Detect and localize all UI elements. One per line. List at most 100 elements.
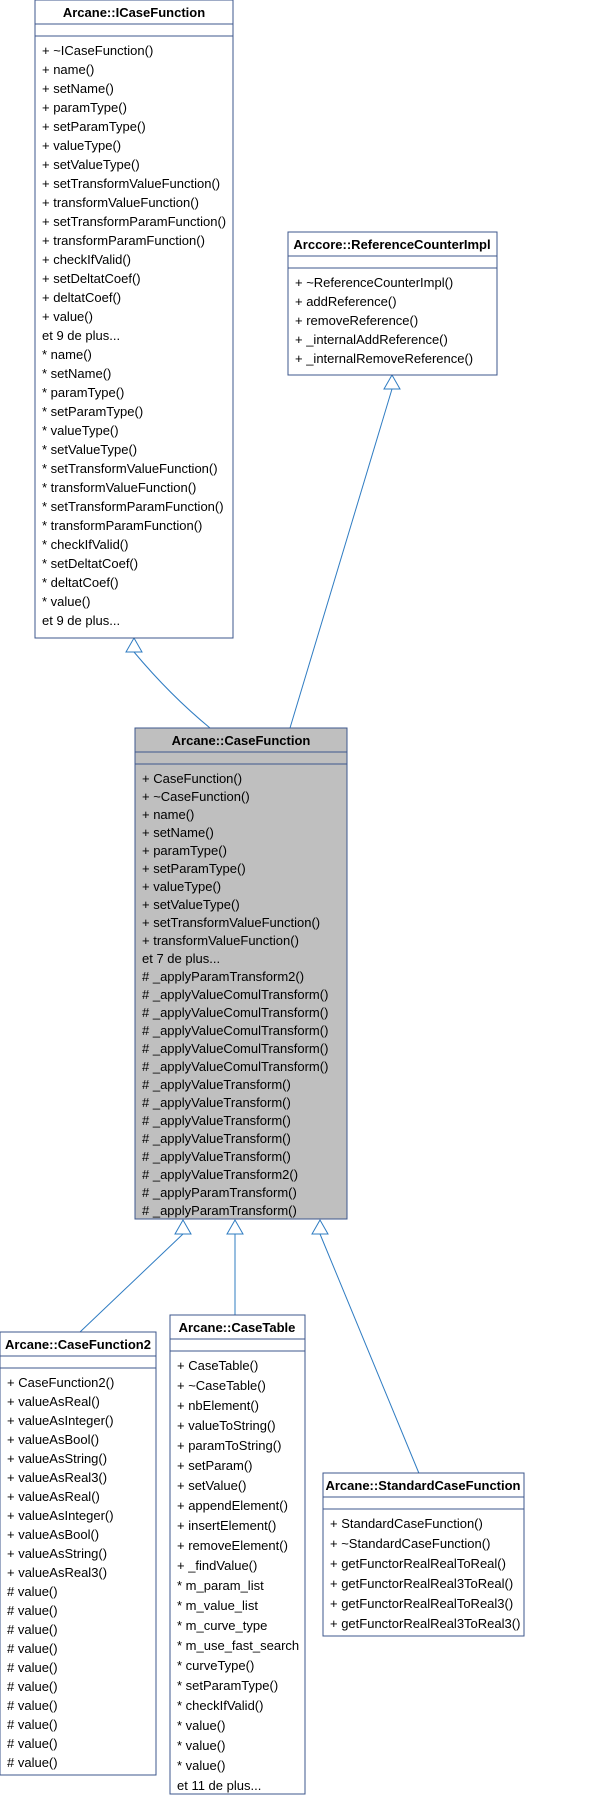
svg-text:+ valueAsInteger(): + valueAsInteger()	[7, 1508, 114, 1523]
svg-text:# _applyValueComulTransform(): # _applyValueComulTransform()	[142, 1005, 328, 1020]
class-case-function2[interactable]: Arcane::CaseFunction2 + CaseFunction2() …	[0, 1332, 156, 1775]
svg-text:+ transformParamFunction(): + transformParamFunction()	[42, 233, 205, 248]
svg-text:# value(): # value()	[7, 1622, 58, 1637]
svg-text:+ _internalRemoveReference(): + _internalRemoveReference()	[295, 351, 473, 366]
svg-text:# _applyValueComulTransform(): # _applyValueComulTransform()	[142, 1041, 328, 1056]
svg-text:* value(): * value()	[177, 1738, 225, 1753]
svg-text:+ getFunctorRealRealToReal3(): + getFunctorRealRealToReal3()	[330, 1596, 513, 1611]
svg-text:+ _findValue(): + _findValue()	[177, 1558, 257, 1573]
svg-text:+ addReference(): + addReference()	[295, 294, 397, 309]
svg-text:# _applyValueComulTransform(): # _applyValueComulTransform()	[142, 1023, 328, 1038]
svg-text:+ ~StandardCaseFunction(): + ~StandardCaseFunction()	[330, 1536, 490, 1551]
svg-text:+ ~CaseTable(): + ~CaseTable()	[177, 1378, 266, 1393]
inheritance-line	[80, 1234, 183, 1332]
svg-text:+ setName(): + setName()	[142, 825, 214, 840]
class-standard-case-function[interactable]: Arcane::StandardCaseFunction + StandardC…	[323, 1473, 524, 1636]
svg-text:+ ~CaseFunction(): + ~CaseFunction()	[142, 789, 250, 804]
svg-text:* transformParamFunction(): * transformParamFunction()	[42, 518, 202, 533]
class-title: Arcane::CaseFunction2	[5, 1337, 151, 1352]
svg-text:+ removeElement(): + removeElement()	[177, 1538, 288, 1553]
svg-text:et 11 de plus...: et 11 de plus...	[177, 1778, 261, 1793]
svg-text:+ valueAsReal3(): + valueAsReal3()	[7, 1470, 107, 1485]
svg-text:# _applyParamTransform(): # _applyParamTransform()	[142, 1185, 297, 1200]
svg-text:et 7 de plus...: et 7 de plus...	[142, 951, 220, 966]
svg-text:+ transformValueFunction(): + transformValueFunction()	[42, 195, 199, 210]
class-title: Arccore::ReferenceCounterImpl	[293, 237, 490, 252]
uml-diagram: Arcane::ICaseFunction + ~ICaseFunction()…	[0, 0, 601, 1803]
class-reference-counter-impl[interactable]: Arccore::ReferenceCounterImpl + ~Referen…	[288, 232, 497, 375]
svg-text:* setParamType(): * setParamType()	[177, 1678, 278, 1693]
svg-text:# _applyValueComulTransform(): # _applyValueComulTransform()	[142, 1059, 328, 1074]
svg-text:* deltatCoef(): * deltatCoef()	[42, 575, 119, 590]
svg-text:* setTransformParamFunction(): * setTransformParamFunction()	[42, 499, 224, 514]
svg-text:+ name(): + name()	[142, 807, 194, 822]
svg-text:+ deltatCoef(): + deltatCoef()	[42, 290, 121, 305]
svg-text:* setDeltatCoef(): * setDeltatCoef()	[42, 556, 138, 571]
class-icase-function[interactable]: Arcane::ICaseFunction + ~ICaseFunction()…	[35, 0, 233, 638]
svg-text:+ valueAsBool(): + valueAsBool()	[7, 1432, 99, 1447]
svg-text:+ valueAsString(): + valueAsString()	[7, 1546, 107, 1561]
class-case-function[interactable]: Arcane::CaseFunction + CaseFunction() + …	[135, 728, 347, 1219]
svg-text:* checkIfValid(): * checkIfValid()	[177, 1698, 263, 1713]
svg-text:+ checkIfValid(): + checkIfValid()	[42, 252, 131, 267]
svg-text:# _applyValueTransform(): # _applyValueTransform()	[142, 1149, 291, 1164]
svg-text:+ valueAsReal3(): + valueAsReal3()	[7, 1565, 107, 1580]
svg-text:+ paramType(): + paramType()	[42, 100, 127, 115]
inheritance-arrowhead	[384, 375, 400, 389]
svg-text:+ removeReference(): + removeReference()	[295, 313, 418, 328]
svg-text:* curveType(): * curveType()	[177, 1658, 254, 1673]
class-case-table[interactable]: Arcane::CaseTable + CaseTable() + ~CaseT…	[170, 1315, 305, 1794]
inheritance-line	[134, 652, 210, 728]
inheritance-arrowhead	[312, 1220, 328, 1234]
svg-text:* paramType(): * paramType()	[42, 385, 124, 400]
svg-text:+ setParam(): + setParam()	[177, 1458, 253, 1473]
class-title: Arcane::CaseFunction	[172, 733, 311, 748]
svg-text:+ nbElement(): + nbElement()	[177, 1398, 259, 1413]
svg-text:* value(): * value()	[177, 1758, 225, 1773]
svg-text:+ valueType(): + valueType()	[42, 138, 121, 153]
svg-text:+ setParamType(): + setParamType()	[142, 861, 246, 876]
svg-text:+ setTransformParamFunction(): + setTransformParamFunction()	[42, 214, 226, 229]
svg-text:* value(): * value()	[42, 594, 90, 609]
class-title: Arcane::StandardCaseFunction	[325, 1478, 520, 1493]
svg-text:+ appendElement(): + appendElement()	[177, 1498, 288, 1513]
svg-text:* value(): * value()	[177, 1718, 225, 1733]
svg-text:# _applyValueTransform(): # _applyValueTransform()	[142, 1113, 291, 1128]
svg-text:# value(): # value()	[7, 1603, 58, 1618]
inheritance-line	[290, 389, 392, 728]
svg-text:* valueType(): * valueType()	[42, 423, 119, 438]
svg-text:+ valueAsReal(): + valueAsReal()	[7, 1489, 100, 1504]
svg-text:* setTransformValueFunction(): * setTransformValueFunction()	[42, 461, 218, 476]
svg-text:+ CaseFunction(): + CaseFunction()	[142, 771, 242, 786]
svg-text:# value(): # value()	[7, 1755, 58, 1770]
svg-text:et 9 de plus...: et 9 de plus...	[42, 328, 120, 343]
svg-text:# _applyParamTransform2(): # _applyParamTransform2()	[142, 969, 304, 984]
svg-text:+ setValueType(): + setValueType()	[42, 157, 140, 172]
svg-text:# value(): # value()	[7, 1698, 58, 1713]
svg-text:* transformValueFunction(): * transformValueFunction()	[42, 480, 196, 495]
svg-text:+ setParamType(): + setParamType()	[42, 119, 146, 134]
svg-text:+ setTransformValueFunction(): + setTransformValueFunction()	[42, 176, 220, 191]
svg-text:+ StandardCaseFunction(): + StandardCaseFunction()	[330, 1516, 483, 1531]
svg-text:+ valueAsString(): + valueAsString()	[7, 1451, 107, 1466]
svg-text:+ valueToString(): + valueToString()	[177, 1418, 276, 1433]
svg-text:+ setName(): + setName()	[42, 81, 114, 96]
svg-text:+ setDeltatCoef(): + setDeltatCoef()	[42, 271, 141, 286]
class-title: Arcane::ICaseFunction	[63, 5, 205, 20]
svg-text:# value(): # value()	[7, 1679, 58, 1694]
svg-text:* setName(): * setName()	[42, 366, 111, 381]
svg-text:* name(): * name()	[42, 347, 92, 362]
svg-text:+ transformValueFunction(): + transformValueFunction()	[142, 933, 299, 948]
svg-text:# value(): # value()	[7, 1736, 58, 1751]
svg-text:* m_param_list: * m_param_list	[177, 1578, 264, 1593]
svg-text:* setParamType(): * setParamType()	[42, 404, 143, 419]
svg-text:* m_value_list: * m_value_list	[177, 1598, 258, 1613]
svg-text:* checkIfValid(): * checkIfValid()	[42, 537, 128, 552]
svg-text:+ CaseTable(): + CaseTable()	[177, 1358, 258, 1373]
svg-text:+ valueType(): + valueType()	[142, 879, 221, 894]
svg-text:+ setTransformValueFunction(): + setTransformValueFunction()	[142, 915, 320, 930]
svg-text:+ valueAsReal(): + valueAsReal()	[7, 1394, 100, 1409]
svg-text:+ getFunctorRealReal3ToReal(): + getFunctorRealReal3ToReal()	[330, 1576, 513, 1591]
svg-text:+ valueAsInteger(): + valueAsInteger()	[7, 1413, 114, 1428]
svg-text:* m_use_fast_search: * m_use_fast_search	[177, 1638, 299, 1653]
